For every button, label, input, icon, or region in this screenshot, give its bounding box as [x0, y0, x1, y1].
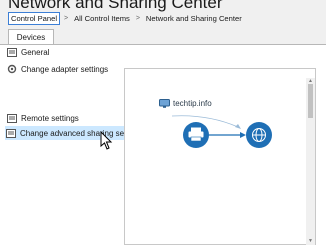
line-arrowhead	[240, 132, 246, 138]
globe-icon	[246, 122, 272, 148]
mouse-cursor-icon	[100, 130, 114, 156]
network-diagram	[171, 115, 272, 148]
connection-arc	[171, 115, 239, 128]
printer-icon	[183, 122, 209, 148]
arc-arrowhead	[235, 124, 241, 129]
